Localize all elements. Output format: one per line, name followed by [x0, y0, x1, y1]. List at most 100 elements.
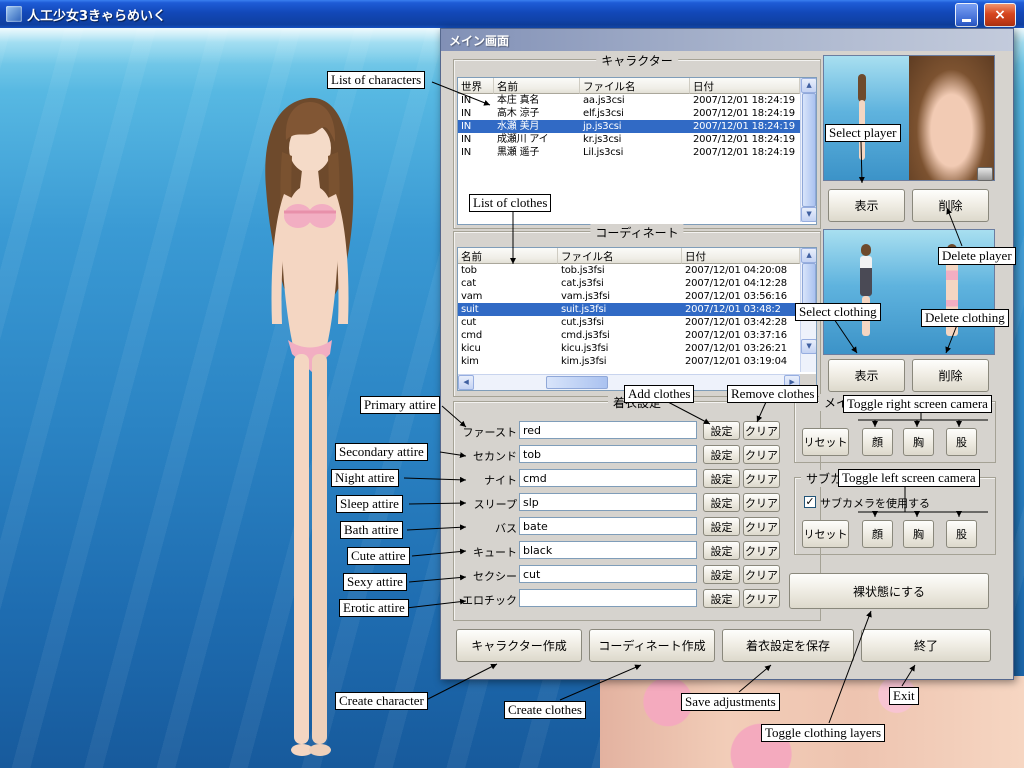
- coordinate-row[interactable]: kimkim.js3fsi2007/12/01 03:19:04: [458, 355, 816, 368]
- dialog-title: メイン画面: [449, 32, 509, 49]
- minimize-button[interactable]: [955, 3, 978, 27]
- sub-camera-checkbox[interactable]: ✓: [804, 496, 816, 508]
- attire-label-sexy: セクシー: [459, 568, 517, 584]
- cell-file: aa.js3csi: [580, 94, 690, 107]
- main-camera-reset-button[interactable]: リセット: [802, 428, 849, 456]
- attire-input-erotic[interactable]: [519, 589, 697, 607]
- dialog-titlebar[interactable]: メイン画面: [441, 29, 1013, 51]
- character-row[interactable]: IN高木 涼子elf.js3csi2007/12/01 18:24:19: [458, 107, 816, 120]
- scroll-up-icon[interactable]: ▲: [801, 78, 817, 93]
- character-row[interactable]: IN成瀬川 アイkr.js3csi2007/12/01 18:24:19: [458, 133, 816, 146]
- column-header-filename[interactable]: ファイル名: [580, 78, 690, 94]
- character-row[interactable]: IN黒瀬 遥子Lil.js3csi2007/12/01 18:24:19: [458, 146, 816, 159]
- clear-button[interactable]: クリア: [743, 469, 780, 488]
- character-preview: [823, 55, 995, 181]
- annotation-erotic-attire: Erotic attire: [339, 599, 409, 617]
- annotation-sexy-attire: Sexy attire: [343, 573, 407, 591]
- clear-button[interactable]: クリア: [743, 421, 780, 440]
- create-character-button[interactable]: キャラクター作成: [456, 629, 582, 662]
- cell-name: kim: [458, 355, 558, 368]
- attire-label-bath: バス: [459, 520, 517, 536]
- cell-name: 黒瀬 遥子: [494, 146, 580, 159]
- coordinate-row[interactable]: tobtob.js3fsi2007/12/01 04:20:08: [458, 264, 816, 277]
- main-camera-face-button[interactable]: 顔: [862, 428, 893, 456]
- clear-button[interactable]: クリア: [743, 541, 780, 560]
- column-header-filename[interactable]: ファイル名: [558, 248, 682, 264]
- clear-button[interactable]: クリア: [743, 445, 780, 464]
- coordinate-row[interactable]: kicukicu.js3fsi2007/12/01 03:26:21: [458, 342, 816, 355]
- cell-date: 2007/12/01 03:42:28: [682, 316, 800, 329]
- preview-figure: [858, 74, 866, 102]
- column-header-name[interactable]: 名前: [458, 248, 558, 264]
- annotation-delete-clothing: Delete clothing: [921, 309, 1009, 327]
- set-button[interactable]: 設定: [703, 589, 740, 608]
- set-button[interactable]: 設定: [703, 493, 740, 512]
- annotation-create-clothes: Create clothes: [504, 701, 586, 719]
- coordinate-list-header: 名前 ファイル名 日付: [458, 248, 816, 264]
- coordinate-row[interactable]: cutcut.js3fsi2007/12/01 03:42:28: [458, 316, 816, 329]
- set-button[interactable]: 設定: [703, 517, 740, 536]
- clear-button[interactable]: クリア: [743, 493, 780, 512]
- cell-file: suit.js3fsi: [558, 303, 682, 316]
- cell-name: kicu: [458, 342, 558, 355]
- cell-world: IN: [458, 146, 494, 159]
- sub-camera-reset-button[interactable]: リセット: [802, 520, 849, 548]
- column-header-date[interactable]: 日付: [682, 248, 800, 264]
- scroll-left-icon[interactable]: ◀: [458, 375, 474, 390]
- delete-character-button[interactable]: 削除: [912, 189, 989, 222]
- clear-button[interactable]: クリア: [743, 517, 780, 536]
- sub-camera-crotch-button[interactable]: 股: [946, 520, 977, 548]
- set-button[interactable]: 設定: [703, 445, 740, 464]
- main-camera-crotch-button[interactable]: 股: [946, 428, 977, 456]
- coordinate-list[interactable]: 名前 ファイル名 日付 tobtob.js3fsi2007/12/01 04:2…: [457, 247, 817, 391]
- coordinate-row-selected[interactable]: suitsuit.js3fsi2007/12/01 03:48:2: [458, 303, 816, 316]
- attire-input-bath[interactable]: [519, 517, 697, 535]
- attire-input-sexy[interactable]: [519, 565, 697, 583]
- coordinate-row[interactable]: cmdcmd.js3fsi2007/12/01 03:37:16: [458, 329, 816, 342]
- set-button[interactable]: 設定: [703, 565, 740, 584]
- coordinate-row[interactable]: catcat.js3fsi2007/12/01 04:12:28: [458, 277, 816, 290]
- character-row-selected[interactable]: IN水瀬 美月jp.js3csi2007/12/01 18:24:19: [458, 120, 816, 133]
- attire-input-first[interactable]: [519, 421, 697, 439]
- camera-icon[interactable]: [977, 167, 993, 181]
- coordinate-row[interactable]: vamvam.js3fsi2007/12/01 03:56:16: [458, 290, 816, 303]
- show-clothing-button[interactable]: 表示: [828, 359, 905, 392]
- delete-clothing-button[interactable]: 削除: [912, 359, 989, 392]
- set-button[interactable]: 設定: [703, 421, 740, 440]
- main-camera-chest-button[interactable]: 胸: [903, 428, 934, 456]
- scroll-down-icon[interactable]: ▼: [801, 339, 817, 354]
- attire-input-cute[interactable]: [519, 541, 697, 559]
- set-button[interactable]: 設定: [703, 541, 740, 560]
- character-row[interactable]: IN本庄 真名aa.js3csi2007/12/01 18:24:19: [458, 94, 816, 107]
- cell-world: IN: [458, 120, 494, 133]
- cell-world: IN: [458, 107, 494, 120]
- sub-camera-chest-button[interactable]: 胸: [903, 520, 934, 548]
- clear-button[interactable]: クリア: [743, 589, 780, 608]
- column-header-name[interactable]: 名前: [494, 78, 580, 94]
- close-button[interactable]: ×: [984, 3, 1016, 27]
- sub-camera-face-button[interactable]: 顔: [862, 520, 893, 548]
- naked-state-button[interactable]: 裸状態にする: [789, 573, 989, 609]
- sub-camera-checkbox-label[interactable]: サブカメラを使用する: [820, 495, 930, 511]
- attire-input-sleep[interactable]: [519, 493, 697, 511]
- scroll-down-icon[interactable]: ▼: [801, 207, 817, 222]
- character-group-title: キャラクター: [596, 52, 678, 69]
- clear-button[interactable]: クリア: [743, 565, 780, 584]
- scrollbar-thumb[interactable]: [802, 93, 816, 207]
- create-coordinate-button[interactable]: コーディネート作成: [589, 629, 715, 662]
- attire-input-night[interactable]: [519, 469, 697, 487]
- set-button[interactable]: 設定: [703, 469, 740, 488]
- column-header-date[interactable]: 日付: [690, 78, 800, 94]
- save-attire-button[interactable]: 着衣設定を保存: [722, 629, 854, 662]
- scroll-up-icon[interactable]: ▲: [801, 248, 817, 263]
- annotation-select-clothing: Select clothing: [795, 303, 881, 321]
- column-header-world[interactable]: 世界: [458, 78, 494, 94]
- scrollbar-thumb[interactable]: [546, 376, 608, 389]
- show-character-button[interactable]: 表示: [828, 189, 905, 222]
- annotation-night-attire: Night attire: [331, 469, 399, 487]
- preview-figure-suit: [860, 256, 872, 296]
- character-list-scrollbar[interactable]: ▲ ▼: [800, 78, 816, 222]
- attire-input-second[interactable]: [519, 445, 697, 463]
- exit-button[interactable]: 終了: [861, 629, 991, 662]
- cell-name: 成瀬川 アイ: [494, 133, 580, 146]
